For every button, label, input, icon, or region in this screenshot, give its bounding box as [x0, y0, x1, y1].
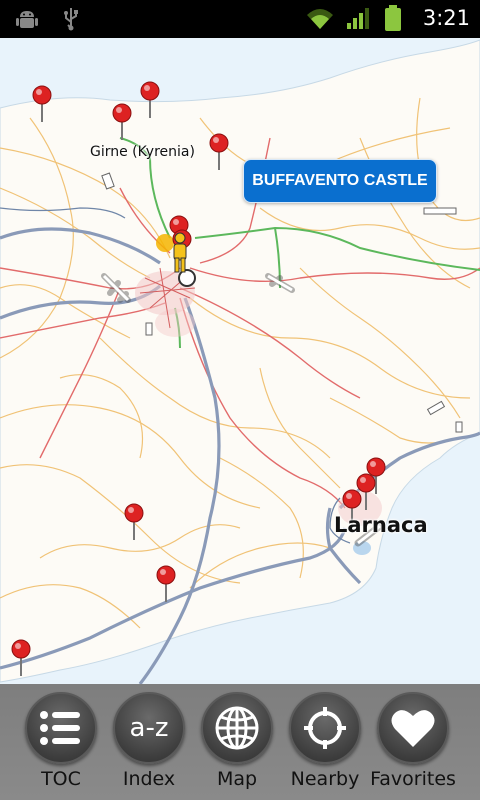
map-pin[interactable] — [207, 132, 231, 172]
toc-button[interactable]: TOC — [17, 692, 105, 798]
index-button[interactable]: a-z Index — [105, 692, 193, 798]
a-z-icon: a-z — [113, 692, 185, 764]
index-label: Index — [122, 768, 176, 790]
signal-icon — [346, 8, 369, 29]
map-canvas[interactable] — [0, 38, 480, 684]
user-location-icon[interactable] — [168, 232, 192, 274]
bottom-toolbar: TOC a-z Index Map Nearby Favorites — [0, 684, 480, 800]
map-view[interactable]: Girne (Kyrenia) Larnaca BUFFAVENTO CASTL… — [0, 38, 480, 684]
battery-icon — [384, 5, 401, 31]
map-pin[interactable] — [9, 638, 33, 678]
favorites-label: Favorites — [370, 768, 456, 790]
place-label-kyrenia: Girne (Kyrenia) — [90, 144, 195, 160]
map-pin[interactable] — [138, 80, 162, 120]
globe-icon — [201, 692, 273, 764]
heart-icon — [377, 692, 449, 764]
place-label-larnaca: Larnaca — [334, 513, 428, 537]
toc-label: TOC — [41, 768, 81, 790]
nearby-button[interactable]: Nearby — [281, 692, 369, 798]
map-label: Map — [216, 768, 258, 790]
poi-callout-buffavento-castle[interactable]: BUFFAVENTO CASTLE — [243, 159, 437, 203]
a-z-glyph: a-z — [129, 713, 169, 743]
map-pin[interactable] — [30, 84, 54, 124]
map-pin[interactable] — [154, 564, 178, 604]
status-time: 3:21 — [422, 6, 470, 30]
list-icon — [25, 692, 97, 764]
android-debug-icon — [16, 11, 38, 28]
map-pin[interactable] — [110, 102, 134, 142]
usb-icon — [64, 8, 78, 31]
nearby-label: Nearby — [290, 768, 360, 790]
wifi-icon — [306, 9, 333, 29]
map-pin[interactable] — [122, 502, 146, 542]
crosshair-icon — [289, 692, 361, 764]
map-button[interactable]: Map — [193, 692, 281, 798]
favorites-button[interactable]: Favorites — [369, 692, 457, 798]
status-bar: 3:21 — [0, 0, 480, 38]
